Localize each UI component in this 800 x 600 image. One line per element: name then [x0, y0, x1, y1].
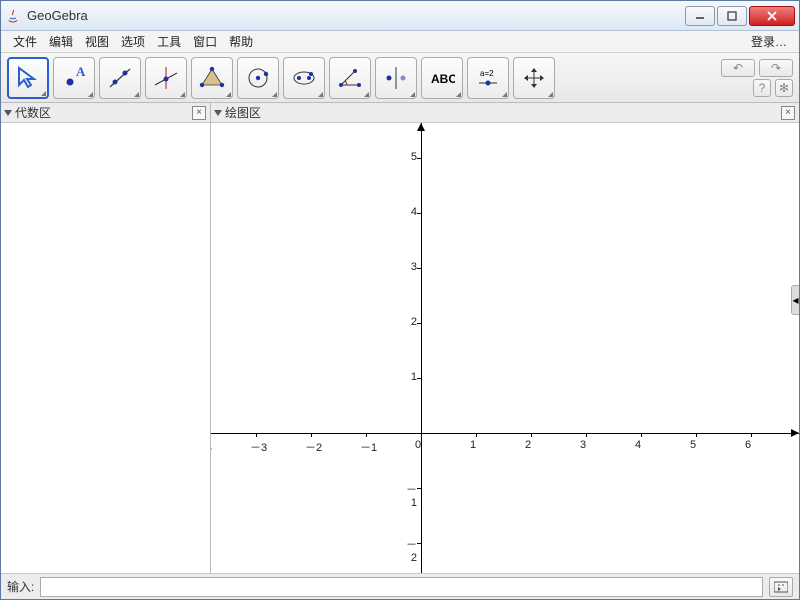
toolbar: A ABC a=2 ↶ ↷ ? ✻: [1, 53, 799, 103]
tool-move[interactable]: [7, 57, 49, 99]
keyboard-button[interactable]: [769, 577, 793, 597]
tool-reflect[interactable]: [375, 57, 417, 99]
algebra-close[interactable]: ×: [192, 106, 206, 120]
input-bar: 输入:: [1, 573, 799, 599]
menu-window[interactable]: 窗口: [187, 31, 223, 52]
graphics-canvas[interactable]: －4－3－2－10123456－2－1123456: [211, 123, 799, 573]
svg-text:ABC: ABC: [431, 72, 455, 86]
main-content: 代数区 × 绘图区 × －4－3－2－10123456－2－1123456: [1, 103, 799, 573]
tool-polygon[interactable]: [191, 57, 233, 99]
algebra-pane: 代数区 ×: [1, 103, 211, 573]
gear-icon: ✻: [779, 81, 789, 95]
tool-move-view[interactable]: [513, 57, 555, 99]
tool-line[interactable]: [99, 57, 141, 99]
tool-slider[interactable]: a=2: [467, 57, 509, 99]
tool-circle[interactable]: [237, 57, 279, 99]
side-handle[interactable]: ◂: [791, 285, 799, 315]
algebra-body[interactable]: [1, 123, 210, 573]
tool-angle[interactable]: [329, 57, 371, 99]
title-bar: GeoGebra: [1, 1, 799, 31]
maximize-button[interactable]: [717, 6, 747, 26]
menu-login[interactable]: 登录…: [745, 31, 793, 52]
svg-text:a=2: a=2: [480, 69, 494, 78]
graphics-pane: 绘图区 × －4－3－2－10123456－2－1123456: [211, 103, 799, 573]
app-window: GeoGebra 文件 编辑 视图 选项 工具 窗口 帮助 登录… A ABC …: [0, 0, 800, 600]
tool-ellipse[interactable]: [283, 57, 325, 99]
menu-bar: 文件 编辑 视图 选项 工具 窗口 帮助 登录…: [1, 31, 799, 53]
svg-text:A: A: [76, 65, 86, 79]
menu-options[interactable]: 选项: [115, 31, 151, 52]
menu-tools[interactable]: 工具: [151, 31, 187, 52]
menu-help[interactable]: 帮助: [223, 31, 259, 52]
algebra-header: 代数区 ×: [1, 103, 210, 123]
graphics-title: 绘图区: [225, 104, 261, 121]
minimize-button[interactable]: [685, 6, 715, 26]
window-controls: [685, 6, 795, 26]
tool-point[interactable]: A: [53, 57, 95, 99]
menu-view[interactable]: 视图: [79, 31, 115, 52]
tool-text[interactable]: ABC: [421, 57, 463, 99]
tool-perpendicular[interactable]: [145, 57, 187, 99]
command-input[interactable]: [40, 577, 763, 597]
java-icon: [5, 8, 21, 24]
graphics-close[interactable]: ×: [781, 106, 795, 120]
redo-button[interactable]: ↷: [759, 59, 793, 77]
toolbar-right: ↶ ↷ ? ✻: [721, 59, 793, 97]
window-title: GeoGebra: [27, 8, 685, 23]
algebra-title: 代数区: [15, 104, 51, 121]
close-button[interactable]: [749, 6, 795, 26]
menu-file[interactable]: 文件: [7, 31, 43, 52]
collapse-icon[interactable]: [4, 110, 12, 116]
menu-edit[interactable]: 编辑: [43, 31, 79, 52]
graphics-header: 绘图区 ×: [211, 103, 799, 123]
settings-button[interactable]: ✻: [775, 79, 793, 97]
input-label: 输入:: [7, 578, 34, 595]
help-button[interactable]: ?: [753, 79, 771, 97]
collapse-icon[interactable]: [214, 110, 222, 116]
undo-button[interactable]: ↶: [721, 59, 755, 77]
